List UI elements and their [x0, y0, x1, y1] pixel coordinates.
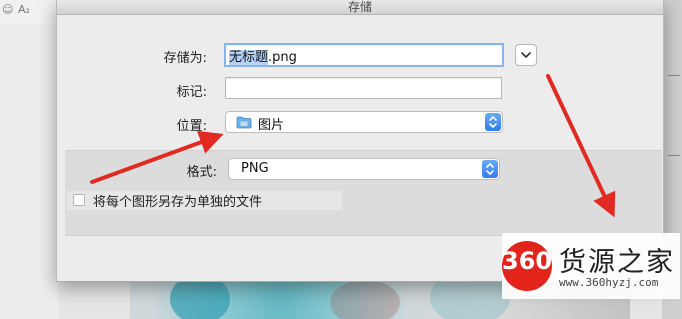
dialog-title: 存储	[347, 0, 372, 14]
background-document-margin	[0, 24, 58, 319]
watermark-url: www.360hyzj.com	[559, 276, 659, 289]
expand-dialog-button[interactable]	[515, 44, 537, 66]
tags-field[interactable]	[225, 77, 502, 99]
separate-files-label: 将每个图形另存为单独的文件	[93, 195, 263, 210]
chevron-down-icon	[521, 52, 531, 58]
toolbar-glyph[interactable]: ☺	[2, 3, 13, 16]
background-divider	[668, 155, 680, 156]
location-popup[interactable]: 图片	[225, 111, 503, 133]
watermark-brand: 货源之家	[559, 247, 675, 278]
subscript-icon[interactable]: A₂	[18, 3, 30, 16]
background-divider	[668, 75, 680, 76]
save-as-label: 存储为:	[163, 51, 207, 66]
photo-blob	[330, 280, 400, 319]
filename-selected-text: 无标题	[229, 50, 269, 65]
logo-number: 360	[502, 247, 553, 275]
separate-files-checkbox[interactable]	[73, 194, 85, 206]
location-value: 图片	[258, 118, 285, 133]
background-toolbar-row: ☺ A₂	[0, 0, 58, 25]
tags-label: 标记:	[176, 85, 207, 100]
screen: ☺ A₂ 存储 存储为: 无标题.png 标记: 位置: 图片 格式: PNG …	[0, 0, 682, 319]
separate-files-option[interactable]: 将每个图形另存为单独的文件	[67, 191, 342, 210]
format-popup[interactable]: PNG	[228, 158, 500, 180]
up-down-stepper-icon	[485, 113, 501, 131]
format-value: PNG	[241, 161, 269, 176]
format-label: 格式:	[186, 165, 217, 180]
up-down-arrows	[489, 116, 497, 128]
up-down-stepper-icon	[482, 160, 498, 178]
up-down-arrows	[486, 163, 494, 175]
filename-field[interactable]: 无标题.png	[224, 43, 504, 67]
filename-extension: .png	[268, 50, 297, 65]
background-editor-toolbar: ☺ A₂	[0, 0, 58, 319]
folder-icon	[236, 116, 252, 129]
watermark: 360 货源之家 www.360hyzj.com	[502, 233, 680, 299]
location-label: 位置:	[176, 119, 207, 134]
dialog-titlebar[interactable]: 存储	[57, 0, 663, 15]
